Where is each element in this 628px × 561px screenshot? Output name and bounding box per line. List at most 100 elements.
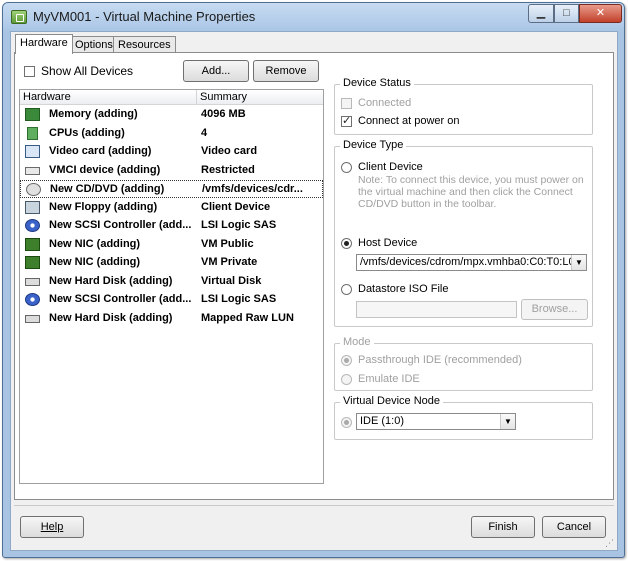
properties-window: MyVM001 - Virtual Machine Properties ▁ □…	[2, 2, 625, 558]
minimize-button[interactable]: ▁	[528, 4, 554, 23]
hardware-row-summary: LSI Logic SAS	[201, 293, 277, 305]
hard-disk-icon	[25, 277, 40, 286]
browse-button: Browse...	[521, 299, 588, 320]
client-device-label: Client Device	[358, 161, 423, 173]
show-all-devices-checkbox[interactable]: Show All Devices	[24, 64, 133, 78]
scsi-controller-icon	[25, 219, 40, 232]
tab-resources[interactable]: Resources	[113, 36, 176, 53]
hardware-row[interactable]: VMCI device (adding) Restricted	[20, 162, 323, 180]
hardware-row-summary: VM Public	[201, 237, 254, 250]
host-device-label: Host Device	[358, 237, 418, 249]
tab-hardware[interactable]: Hardware	[15, 34, 73, 54]
column-hardware[interactable]: Hardware	[23, 91, 71, 103]
hardware-row-name: New SCSI Controller (add...	[49, 219, 192, 231]
hardware-row-summary: Mapped Raw LUN	[201, 311, 294, 324]
hardware-row-name: Video card (adding)	[49, 145, 152, 157]
hardware-row[interactable]: Memory (adding) 4096 MB	[20, 106, 323, 124]
device-type-group: Device Type Client Device Note: To conne…	[334, 139, 593, 327]
dialog-client-area: Hardware Options Resources Show All Devi…	[10, 31, 618, 551]
connect-at-power-on-box[interactable]	[341, 114, 352, 127]
nic-icon	[25, 237, 40, 251]
passthrough-ide-radio-button	[341, 354, 352, 366]
hardware-row[interactable]: New CD/DVD (adding) /vmfs/devices/cdr...	[20, 180, 323, 198]
hardware-row-summary: 4	[201, 126, 208, 139]
connected-label: Connected	[358, 97, 412, 109]
client-device-radio[interactable]: Client Device	[341, 161, 423, 173]
add-button[interactable]: Add...	[183, 60, 249, 82]
hardware-row[interactable]: New Hard Disk (adding) Mapped Raw LUN	[20, 310, 323, 328]
hardware-row-summary: Video card	[201, 145, 258, 157]
hardware-row-name: New Hard Disk (adding)	[49, 274, 173, 287]
hardware-row[interactable]: New NIC (adding) VM Private	[20, 254, 323, 272]
resize-grip-icon[interactable]: ⋰	[605, 538, 615, 548]
mode-title: Mode	[340, 336, 374, 348]
hardware-list[interactable]: Hardware Summary Memory (adding) 4096 MB C…	[19, 89, 324, 484]
hardware-row-summary: Virtual Disk	[201, 274, 262, 287]
hardware-row[interactable]: New Hard Disk (adding) Virtual Disk	[20, 273, 323, 291]
finish-button[interactable]: Finish	[471, 516, 535, 538]
hardware-tab-panel: Show All Devices Add... Remove Hardware …	[14, 52, 614, 500]
passthrough-ide-label: Passthrough IDE (recommended)	[358, 354, 522, 366]
hardware-row[interactable]: New SCSI Controller (add... LSI Logic SAS	[20, 217, 323, 235]
connect-at-power-on-checkbox[interactable]: Connect at power on	[341, 114, 460, 127]
hardware-row-name: New NIC (adding)	[49, 256, 141, 268]
emulate-ide-radio: Emulate IDE	[341, 373, 420, 385]
hardware-row[interactable]: New NIC (adding) VM Public	[20, 236, 323, 254]
cancel-button[interactable]: Cancel	[542, 516, 606, 538]
footer-divider	[14, 505, 614, 506]
hardware-row-name: New SCSI Controller (add...	[49, 293, 192, 305]
memory-icon	[25, 108, 40, 121]
emulate-ide-label: Emulate IDE	[358, 373, 420, 385]
virtual-device-node-select[interactable]: IDE (1:0) ▼	[356, 413, 516, 430]
column-summary[interactable]: Summary	[196, 90, 247, 105]
vm-app-icon	[11, 10, 27, 24]
datastore-iso-path-field	[356, 301, 517, 318]
datastore-iso-radio-button[interactable]	[341, 283, 352, 295]
host-device-value: /vmfs/devices/cdrom/mpx.vmhba0:C0:T0:L0	[360, 256, 575, 268]
hardware-row-summary: 4096 MB	[201, 108, 246, 120]
datastore-iso-radio[interactable]: Datastore ISO File	[341, 283, 448, 295]
hardware-row-summary: /vmfs/devices/cdr...	[202, 183, 303, 195]
cpu-icon	[27, 126, 38, 140]
show-all-devices-box[interactable]	[24, 66, 35, 78]
hardware-row[interactable]: New Floppy (adding) Client Device	[20, 199, 323, 217]
virtual-device-node-title: Virtual Device Node	[340, 395, 444, 407]
maximize-button[interactable]: □	[554, 4, 579, 23]
chevron-down-icon[interactable]: ▼	[571, 255, 586, 270]
hardware-row-name: Memory (adding)	[49, 108, 138, 120]
title-bar[interactable]: MyVM001 - Virtual Machine Properties ▁ □…	[3, 3, 624, 31]
maximize-icon: □	[563, 7, 570, 19]
client-device-radio-button[interactable]	[341, 161, 352, 173]
hardware-row[interactable]: CPUs (adding) 4	[20, 125, 323, 143]
close-icon: ✕	[595, 7, 606, 19]
hardware-row-summary: VM Private	[201, 256, 258, 268]
hardware-row-name: New Hard Disk (adding)	[49, 311, 173, 324]
nic-icon	[25, 256, 40, 269]
virtual-device-node-radio-button	[341, 416, 352, 428]
datastore-iso-label: Datastore ISO File	[358, 283, 449, 295]
hardware-row-summary: Client Device	[201, 200, 271, 213]
hardware-list-header: Hardware Summary	[20, 90, 323, 105]
host-device-radio[interactable]: Host Device	[341, 237, 417, 249]
close-button[interactable]: ✕	[579, 4, 622, 23]
chevron-down-icon[interactable]: ▼	[500, 414, 515, 429]
scsi-controller-icon	[25, 293, 40, 306]
vmci-device-icon	[25, 166, 40, 175]
connected-box	[341, 97, 352, 109]
client-device-note: Note: To connect this device, you must p…	[358, 174, 584, 210]
cd-dvd-icon	[26, 183, 41, 196]
tab-options[interactable]: Options	[70, 36, 118, 53]
hardware-row[interactable]: Video card (adding) Video card	[20, 143, 323, 161]
remove-button[interactable]: Remove	[253, 60, 319, 82]
hardware-row[interactable]: New SCSI Controller (add... LSI Logic SAS	[20, 291, 323, 309]
host-device-select[interactable]: /vmfs/devices/cdrom/mpx.vmhba0:C0:T0:L0 …	[356, 254, 587, 271]
hardware-row-name: New NIC (adding)	[49, 237, 141, 250]
passthrough-ide-radio: Passthrough IDE (recommended)	[341, 354, 522, 366]
window-title: MyVM001 - Virtual Machine Properties	[33, 9, 256, 24]
device-status-title: Device Status	[340, 77, 414, 89]
minimize-icon: ▁	[536, 7, 546, 19]
connected-checkbox: Connected	[341, 97, 411, 109]
help-button[interactable]: Help	[20, 516, 84, 538]
hardware-row-summary: Restricted	[201, 163, 255, 176]
host-device-radio-button[interactable]	[341, 237, 352, 249]
